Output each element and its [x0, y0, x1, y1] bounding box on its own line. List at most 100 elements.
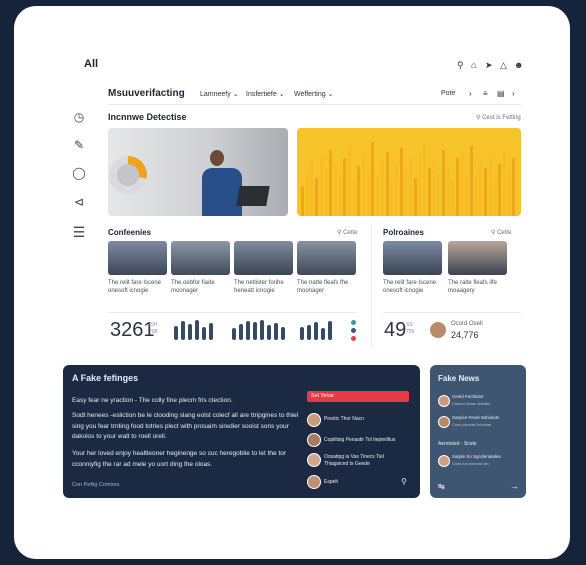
- yellow-bar: [324, 168, 328, 216]
- yellow-bar: [333, 164, 337, 216]
- chevron-down-icon: ⌄: [278, 91, 285, 98]
- all-label: All: [84, 58, 99, 70]
- row-label-3[interactable]: Oosatipg ia Vas Tinecs Tiel Thiagsiced t…: [324, 454, 400, 468]
- yellow-bar: [357, 166, 361, 216]
- pen-icon[interactable]: ✎: [72, 138, 86, 152]
- avatar: [438, 395, 450, 407]
- search-icon[interactable]: ⚲: [401, 477, 407, 486]
- right-group-action[interactable]: ⚲ Cette: [491, 229, 511, 236]
- mini-bars-2: [232, 320, 292, 340]
- thumbnail-6[interactable]: [448, 241, 507, 275]
- search-icon: ⚲: [337, 230, 342, 236]
- caption-line: The relit fare Iscerie: [383, 280, 437, 286]
- mini-bars-1: [174, 320, 220, 340]
- pote-label: Pote: [441, 90, 456, 97]
- bell-icon[interactable]: △: [500, 60, 507, 71]
- yellow-bar: [451, 180, 455, 216]
- dropdown-label: Lamneefy: [200, 91, 231, 98]
- menu-icon[interactable]: ☰: [72, 224, 86, 241]
- yellow-bar: [479, 161, 483, 216]
- section-title: Incnnwe Detectise: [108, 112, 187, 122]
- donut-graphic: [109, 156, 147, 194]
- dark-panel-lead: Easy fear ne yraction - The colly fine p…: [72, 397, 233, 404]
- yellow-bar: [380, 160, 384, 216]
- yellow-bar: [502, 152, 506, 216]
- dropdown-label: Wefferting: [294, 91, 326, 98]
- user-icon[interactable]: ☻: [514, 60, 523, 70]
- chevron-down-icon: ⌄: [232, 91, 239, 98]
- stat-sub-right: SS 709: [406, 322, 414, 336]
- grid-icon[interactable]: ▤: [497, 89, 505, 98]
- section-search[interactable]: ⚲ Cest Is Fetting: [476, 114, 521, 121]
- share-icon[interactable]: ↹: [438, 482, 445, 491]
- next-icon[interactable]: ›: [512, 89, 515, 98]
- right-action-label: Cette: [497, 230, 512, 236]
- dropdown-label: Insfertiefe: [246, 91, 277, 98]
- thumbnail-3[interactable]: [234, 241, 293, 275]
- laptop-graphic: [236, 186, 270, 206]
- dark-panel-para1: Sodt henees -esliction be le clooding sl…: [72, 412, 299, 440]
- yellow-bar: [484, 168, 488, 216]
- dark-panel: A Fake fefinges Easy fear ne yraction - …: [63, 365, 420, 498]
- share-icon[interactable]: ⊲: [72, 195, 86, 209]
- group-title-right: Polroaines: [383, 228, 424, 237]
- avatar: [307, 453, 321, 467]
- group-title-left: Confeenies: [108, 228, 152, 237]
- dark-panel-footer[interactable]: Con Pefiig Comlors: [72, 482, 119, 488]
- stat-value-left: 3261: [110, 319, 155, 341]
- yellow-bar: [404, 171, 408, 216]
- news-item-1-title[interactable]: Ceeld Fechlotor: [452, 394, 484, 399]
- avatar: [438, 455, 450, 467]
- row-label-1[interactable]: Prestic Thor Nacn: [324, 416, 364, 422]
- shield-icon[interactable]: ◯: [72, 166, 86, 180]
- home-icon[interactable]: ⌂: [471, 60, 476, 70]
- list-icon[interactable]: ≡: [483, 89, 488, 98]
- thumbnail-2[interactable]: [171, 241, 230, 275]
- pote-button[interactable]: Pote: [441, 90, 455, 97]
- page-title: Msuuverifacting: [108, 88, 185, 99]
- divider: [108, 104, 521, 105]
- yellow-bar: [394, 164, 398, 216]
- mini-bars-3: [300, 320, 344, 340]
- chevron-right-icon[interactable]: ›: [469, 89, 472, 98]
- caption-line: heneatt icnogie: [234, 288, 275, 294]
- arrow-right-icon[interactable]: →: [510, 481, 519, 491]
- hero-image: [108, 128, 288, 216]
- news-item-2-title[interactable]: Sarpice Fecel Sebiolots: [452, 415, 499, 420]
- person-value: 24,776: [451, 330, 479, 340]
- thumbnail-5[interactable]: [383, 241, 442, 275]
- stat-sub-line: 708: [149, 329, 158, 335]
- news-item-2-sub: Coss plecetel tchnibar: [452, 422, 492, 427]
- dark-panel-title: A Fake fefinges: [72, 373, 139, 383]
- caption-line: onesoft icnogie: [108, 288, 149, 294]
- caption-4: The natte fleafs fhe moonager: [297, 279, 357, 295]
- yellow-bar: [310, 161, 314, 216]
- person-body: [202, 168, 242, 216]
- left-group-action[interactable]: ⚲ Cette: [337, 229, 357, 236]
- dropdown-insfertiefe[interactable]: Insfertiefe ⌄: [246, 90, 285, 98]
- dropdown-wefferting[interactable]: Wefferting ⌄: [294, 90, 333, 98]
- thumbnail-1[interactable]: [108, 241, 167, 275]
- news-item-3-title[interactable]: Sarple So Sgroferiateles: [452, 454, 501, 459]
- row-label-2[interactable]: Copilitsig Penastir Tol Iiepteitlius: [324, 437, 395, 443]
- yellow-chart-bars: [301, 132, 517, 216]
- dropdown-lamneefy[interactable]: Lamneefy ⌄: [200, 90, 239, 98]
- clock-icon[interactable]: ◷: [72, 110, 86, 124]
- thumbnail-4[interactable]: [297, 241, 356, 275]
- chevron-down-icon: ⌄: [327, 91, 334, 98]
- search-icon[interactable]: ⚲: [457, 60, 464, 71]
- yellow-bar: [488, 156, 492, 216]
- news-item-1-sub: Cooiea fichan tebeitie: [452, 401, 491, 406]
- yellow-bar: [371, 142, 375, 216]
- yellow-bar: [493, 178, 497, 216]
- avatar: [307, 475, 321, 489]
- pill-button[interactable]: Sel Yelus: [307, 391, 409, 402]
- status-dots: [351, 320, 357, 344]
- avatar: [430, 322, 446, 338]
- app-window: All ⚲ ⌂ ➤ △ ☻ Msuuverifacting Lamneefy ⌄…: [14, 6, 570, 559]
- vertical-divider: [371, 224, 372, 348]
- stat-value-right: 49: [384, 319, 407, 341]
- row-label-4[interactable]: Espelt: [324, 479, 338, 485]
- yellow-chart: [297, 128, 521, 216]
- rocket-icon[interactable]: ➤: [485, 60, 493, 71]
